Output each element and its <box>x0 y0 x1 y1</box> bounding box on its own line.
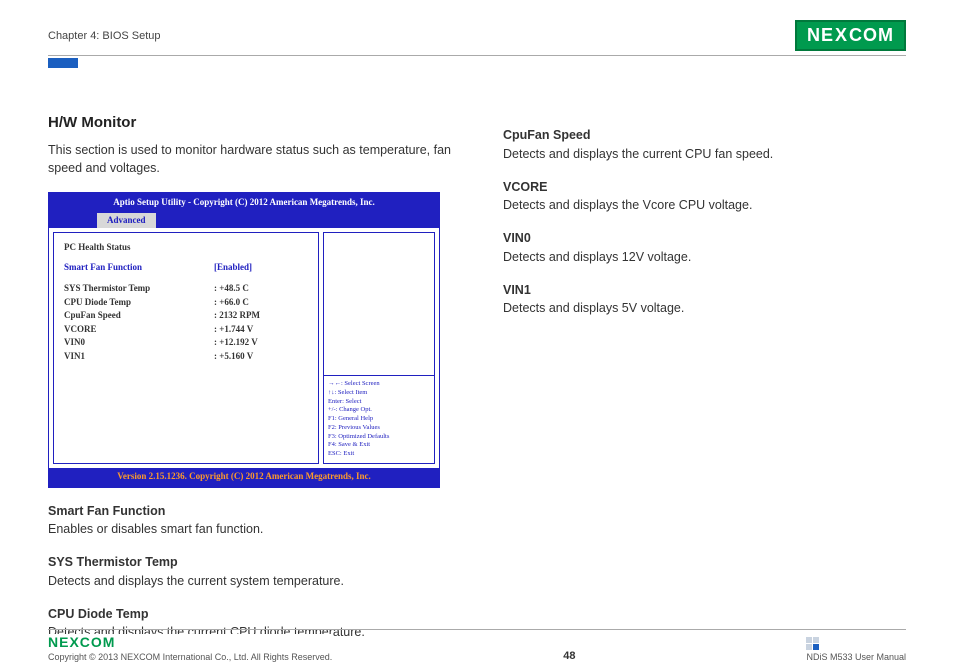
bios-reading-key: VCORE <box>64 323 214 337</box>
chapter-label: Chapter 4: BIOS Setup <box>48 30 161 42</box>
bios-smart-fan-row: Smart Fan Function [Enabled] <box>64 261 310 275</box>
footer-rule <box>48 629 906 630</box>
desc-title: VIN0 <box>503 229 906 248</box>
desc-title: CPU Diode Temp <box>48 605 451 624</box>
bios-reading-row: CpuFan Speed: 2132 RPM <box>64 309 310 323</box>
bios-reading-row: VIN0: +12.192 V <box>64 336 310 350</box>
header-accent <box>48 58 78 68</box>
bios-help-line: F4: Save & Exit <box>328 441 430 450</box>
footer-right: NDiS M533 User Manual <box>806 637 906 662</box>
bios-help-line: →←: Select Screen <box>328 380 430 389</box>
bios-reading-val: : +1.744 V <box>214 323 253 337</box>
bios-reading-val: : 2132 RPM <box>214 309 260 323</box>
bios-version-bar: Version 2.15.1236. Copyright (C) 2012 Am… <box>49 468 439 487</box>
bios-help-line: ↑↓: Select Item <box>328 389 430 398</box>
desc-body: Detects and displays 5V voltage. <box>503 299 906 318</box>
page-header: Chapter 4: BIOS Setup NEXCOM <box>48 20 906 51</box>
bios-reading-rows: SYS Thermistor Temp: +48.5 CCPU Diode Te… <box>64 282 310 363</box>
desc-title: VIN1 <box>503 281 906 300</box>
bios-right-spacer <box>324 233 434 375</box>
bios-help-pane: →←: Select Screen↑↓: Select ItemEnter: S… <box>324 375 434 463</box>
bios-help-line: F1: General Help <box>328 415 430 424</box>
bios-health-title: PC Health Status <box>64 241 310 255</box>
desc-body: Detects and displays the current system … <box>48 572 451 591</box>
desc-title: CpuFan Speed <box>503 126 906 145</box>
bios-reading-val: : +12.192 V <box>214 336 258 350</box>
bios-reading-val: : +48.5 C <box>214 282 249 296</box>
bios-reading-val: : +66.0 C <box>214 296 249 310</box>
left-column: H/W Monitor This section is used to moni… <box>48 112 451 646</box>
right-column: CpuFan SpeedDetects and displays the cur… <box>503 112 906 646</box>
brand-logo: NEXCOM <box>795 20 906 51</box>
bios-left-pane: PC Health Status Smart Fan Function [Ena… <box>53 232 319 464</box>
bios-help-line: +/-: Change Opt. <box>328 406 430 415</box>
bios-help-line: Enter: Select <box>328 398 430 407</box>
desc-title: Smart Fan Function <box>48 502 451 521</box>
section-intro: This section is used to monitor hardware… <box>48 141 451 179</box>
bios-smart-fan-label: Smart Fan Function <box>64 261 214 275</box>
bios-smart-fan-value: [Enabled] <box>214 261 252 275</box>
bios-reading-key: CpuFan Speed <box>64 309 214 323</box>
bios-reading-row: SYS Thermistor Temp: +48.5 C <box>64 282 310 296</box>
footer-left: NEXCOM Copyright © 2013 NEXCOM Internati… <box>48 634 332 662</box>
page-footer: NEXCOM Copyright © 2013 NEXCOM Internati… <box>48 629 906 662</box>
bios-tab-advanced: Advanced <box>97 213 156 229</box>
desc-title: VCORE <box>503 178 906 197</box>
bios-reading-val: : +5.160 V <box>214 350 253 364</box>
bios-reading-key: VIN0 <box>64 336 214 350</box>
footer-manual: NDiS M533 User Manual <box>806 652 906 662</box>
bios-help-line: ESC: Exit <box>328 450 430 459</box>
header-rule <box>48 55 906 56</box>
bios-help-line: F2: Previous Values <box>328 424 430 433</box>
section-title: H/W Monitor <box>48 112 451 135</box>
desc-body: Detects and displays 12V voltage. <box>503 248 906 267</box>
page-number: 48 <box>563 650 575 662</box>
footer-copyright: Copyright © 2013 NEXCOM International Co… <box>48 652 332 662</box>
footer-row: NEXCOM Copyright © 2013 NEXCOM Internati… <box>48 634 906 662</box>
bios-right-pane: →←: Select Screen↑↓: Select ItemEnter: S… <box>323 232 435 464</box>
bios-reading-key: CPU Diode Temp <box>64 296 214 310</box>
desc-body: Detects and displays the Vcore CPU volta… <box>503 196 906 215</box>
bios-reading-key: SYS Thermistor Temp <box>64 282 214 296</box>
bios-tab-bar: Advanced <box>49 213 439 229</box>
bios-help-line: F3: Optimized Defaults <box>328 433 430 442</box>
bios-reading-row: VIN1: +5.160 V <box>64 350 310 364</box>
left-descriptions: Smart Fan FunctionEnables or disables sm… <box>48 502 451 643</box>
footer-logo: NEXCOM <box>48 634 332 650</box>
desc-body: Enables or disables smart fan function. <box>48 520 451 539</box>
content-columns: H/W Monitor This section is used to moni… <box>48 112 906 646</box>
footer-squares-icon <box>806 637 906 650</box>
bios-reading-key: VIN1 <box>64 350 214 364</box>
desc-body: Detects and displays the current CPU fan… <box>503 145 906 164</box>
desc-title: SYS Thermistor Temp <box>48 553 451 572</box>
bios-reading-row: VCORE: +1.744 V <box>64 323 310 337</box>
bios-reading-row: CPU Diode Temp: +66.0 C <box>64 296 310 310</box>
right-descriptions: CpuFan SpeedDetects and displays the cur… <box>503 126 906 318</box>
bios-title-bar: Aptio Setup Utility - Copyright (C) 2012… <box>49 193 439 213</box>
bios-screenshot: Aptio Setup Utility - Copyright (C) 2012… <box>48 192 440 488</box>
bios-body: PC Health Status Smart Fan Function [Ena… <box>49 228 439 468</box>
